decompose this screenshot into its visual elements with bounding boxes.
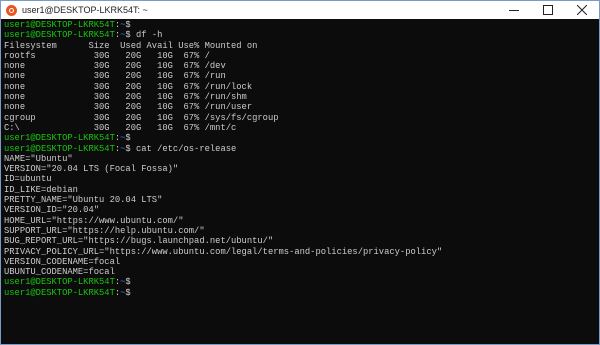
prompt-line: user1@DESKTOP-LKRK54T:~$ xyxy=(4,277,596,287)
minimize-icon xyxy=(509,10,519,11)
ubuntu-icon[interactable] xyxy=(6,4,17,16)
prompt-symbol: $ xyxy=(125,133,136,144)
output-line: UBUNTU_CODENAME=focal xyxy=(4,267,115,278)
output-line: VERSION_ID="20.04" xyxy=(4,205,100,216)
output-line: Filesystem Size Used Avail Use% Mounted … xyxy=(4,40,258,51)
output-line: ID=ubuntu xyxy=(4,174,52,185)
output-line: VERSION="20.04 LTS (Focal Fossa)" xyxy=(4,164,179,175)
prompt-user: user1@DESKTOP-LKRK54T xyxy=(4,143,115,154)
title-bar[interactable]: user1@DESKTOP-LKRK54T: ~ xyxy=(1,1,599,19)
prompt-symbol: $ xyxy=(125,143,136,154)
output-line: BUG_REPORT_URL="https://bugs.launchpad.n… xyxy=(4,236,274,247)
prompt-line: user1@DESKTOP-LKRK54T:~$ xyxy=(4,288,596,298)
output-line: none 30G 20G 10G 67% /run/lock xyxy=(4,81,253,92)
output-line: PRETTY_NAME="Ubuntu 20.04 LTS" xyxy=(4,195,163,206)
output-line: NAME="Ubuntu" xyxy=(4,153,73,164)
output-line: VERSION_CODENAME=focal xyxy=(4,256,121,267)
terminal-output[interactable]: user1@DESKTOP-LKRK54T:~$ user1@DESKTOP-L… xyxy=(1,19,599,344)
prompt-line: user1@DESKTOP-LKRK54T:~$ xyxy=(4,20,596,30)
prompt-symbol: $ xyxy=(125,287,136,298)
prompt-line: user1@DESKTOP-LKRK54T:~$ df -h xyxy=(4,30,596,40)
prompt-symbol: $ xyxy=(125,20,136,30)
output-line: none 30G 20G 10G 67% /run xyxy=(4,71,226,82)
output-line: none 30G 20G 10G 67% /run/shm xyxy=(4,92,247,103)
close-icon xyxy=(577,5,587,15)
output-line: none 30G 20G 10G 67% /run/user xyxy=(4,102,253,113)
close-button[interactable] xyxy=(565,1,599,19)
prompt-user: user1@DESKTOP-LKRK54T xyxy=(4,30,115,41)
output-line: rootfs 30G 20G 10G 67% / xyxy=(4,50,210,61)
maximize-icon xyxy=(543,5,553,15)
prompt-user: user1@DESKTOP-LKRK54T xyxy=(4,287,115,298)
prompt-user: user1@DESKTOP-LKRK54T xyxy=(4,133,115,144)
terminal-window: user1@DESKTOP-LKRK54T: ~ user1@DESKTOP-L… xyxy=(0,0,600,345)
command-text: cat /etc/os-release xyxy=(135,143,237,154)
maximize-button[interactable] xyxy=(531,1,565,19)
prompt-line: user1@DESKTOP-LKRK54T:~$ cat /etc/os-rel… xyxy=(4,144,596,154)
prompt-user: user1@DESKTOP-LKRK54T xyxy=(4,277,115,288)
output-line: C:\ 30G 20G 10G 67% /mnt/c xyxy=(4,122,237,133)
output-line: cgroup 30G 20G 10G 67% /sys/fs/cgroup xyxy=(4,112,279,123)
prompt-line: user1@DESKTOP-LKRK54T:~$ xyxy=(4,133,596,143)
output-line: none 30G 20G 10G 67% /dev xyxy=(4,61,226,72)
output-line: SUPPORT_URL="https://help.ubuntu.com/" xyxy=(4,225,205,236)
prompt-symbol: $ xyxy=(125,277,136,288)
scrollbar[interactable] xyxy=(590,21,598,342)
minimize-button[interactable] xyxy=(497,1,531,19)
output-line: HOME_URL="https://www.ubuntu.com/" xyxy=(4,215,184,226)
prompt-symbol: $ xyxy=(125,30,136,41)
output-line: ID_LIKE=debian xyxy=(4,184,78,195)
command-text: df -h xyxy=(135,30,163,41)
prompt-user: user1@DESKTOP-LKRK54T xyxy=(4,20,115,30)
window-controls xyxy=(497,1,599,19)
output-line: PRIVACY_POLICY_URL="https://www.ubuntu.c… xyxy=(4,246,443,257)
window-title: user1@DESKTOP-LKRK54T: ~ xyxy=(22,5,148,15)
